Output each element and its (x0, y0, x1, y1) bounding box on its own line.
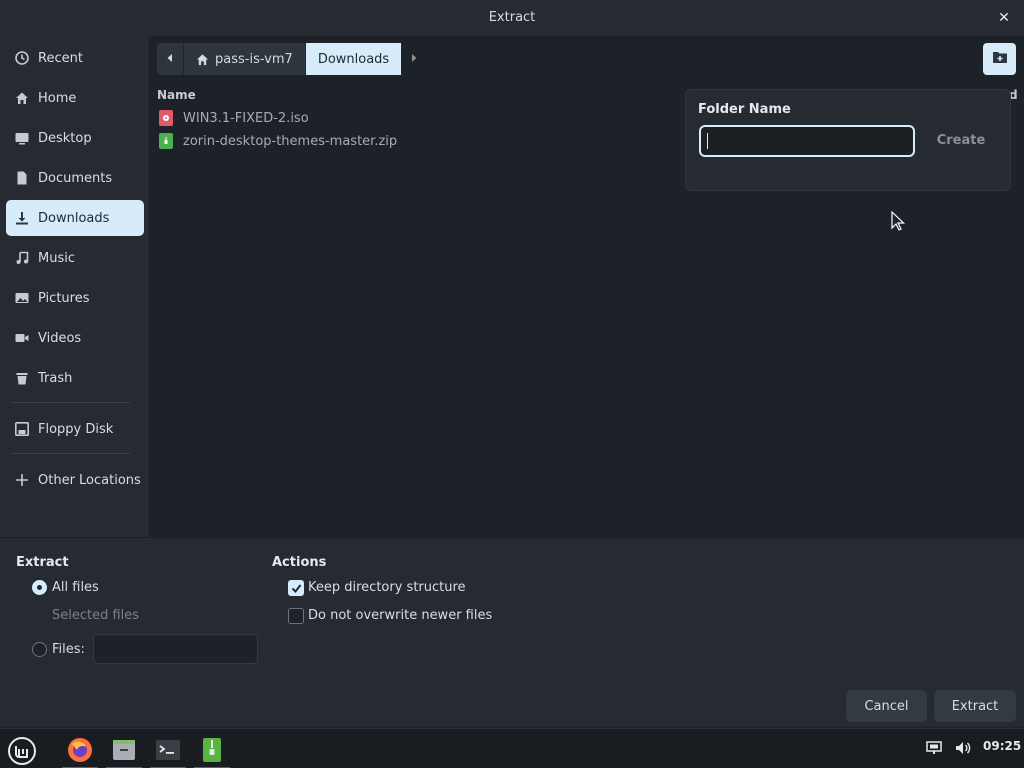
create-folder-button[interactable]: Create (926, 125, 996, 157)
sidebar-item-documents[interactable]: Documents (6, 160, 144, 196)
clock-icon (15, 51, 29, 65)
files-pattern-input[interactable] (93, 634, 258, 664)
files-radio[interactable] (32, 642, 47, 657)
sidebar-item-recent[interactable]: Recent (6, 40, 144, 76)
sidebar-item-label: Pictures (38, 290, 90, 306)
keep-structure-label[interactable]: Keep directory structure (308, 580, 466, 595)
text-caret (707, 133, 708, 149)
sidebar-item-label: Recent (38, 50, 83, 66)
sidebar-item-downloads[interactable]: Downloads (6, 200, 144, 236)
extract-button[interactable]: Extract (934, 690, 1016, 722)
path-segment-home[interactable]: pass-is-vm7 (184, 43, 306, 75)
path-segment-downloads[interactable]: Downloads (305, 43, 403, 75)
close-icon[interactable]: ✕ (994, 8, 1014, 28)
all-files-radio[interactable] (32, 580, 47, 595)
home-icon (196, 53, 209, 66)
new-folder-popover: Folder Name Create (685, 89, 1011, 191)
download-icon (15, 211, 29, 225)
sidebar-item-pictures[interactable]: Pictures (6, 280, 144, 316)
file-row[interactable]: WIN3.1-FIXED-2.iso (159, 107, 309, 129)
selected-files-label: Selected files (52, 608, 140, 623)
file-row[interactable]: zorin-desktop-themes-master.zip (159, 130, 397, 152)
archive-icon (159, 133, 173, 149)
path-segment-label: Downloads (317, 51, 390, 67)
sidebar-item-desktop[interactable]: Desktop (6, 120, 144, 156)
sidebar-item-label: Documents (38, 170, 113, 186)
sidebar-item-floppy-disk[interactable]: Floppy Disk (6, 411, 144, 447)
title-bar: Extract ✕ (0, 0, 1024, 36)
cancel-button[interactable]: Cancel (846, 690, 927, 722)
chevron-left-icon (165, 52, 175, 67)
music-icon (15, 251, 29, 265)
archive-manager-icon[interactable] (194, 733, 230, 768)
sidebar-item-label: Desktop (38, 130, 92, 146)
sidebar-item-music[interactable]: Music (6, 240, 144, 276)
path-forward-button[interactable] (402, 43, 426, 75)
files-icon[interactable] (106, 733, 142, 768)
sidebar-item-label: Other Locations (38, 472, 141, 488)
extract-section-title: Extract (16, 555, 69, 570)
chevron-right-icon (409, 52, 419, 67)
places-sidebar: Recent Home Desktop Documents Downloads … (0, 36, 150, 537)
path-segment-label: pass-is-vm7 (215, 51, 293, 67)
sidebar-item-home[interactable]: Home (6, 80, 144, 116)
plus-icon (15, 473, 29, 487)
disc-image-icon (159, 110, 173, 126)
extract-options-panel: Extract All files Selected files Files: … (0, 537, 1024, 727)
sidebar-item-videos[interactable]: Videos (6, 320, 144, 356)
actions-section-title: Actions (272, 555, 327, 570)
folder-name-input[interactable] (699, 125, 915, 157)
path-back-button[interactable] (157, 43, 184, 75)
sidebar-item-label: Downloads (38, 210, 110, 226)
clock[interactable]: 09:25 (983, 739, 1021, 753)
no-overwrite-checkbox[interactable] (288, 608, 304, 624)
window-title: Extract (488, 10, 536, 25)
home-icon (15, 91, 29, 105)
floppy-icon (15, 422, 29, 436)
folder-name-label: Folder Name (698, 102, 791, 117)
path-bar: pass-is-vm7 Downloads (157, 43, 426, 75)
column-header-name[interactable]: Name (157, 88, 196, 102)
sidebar-item-label: Videos (38, 330, 82, 346)
sidebar-item-label: Trash (38, 370, 73, 386)
desktop-icon (15, 131, 29, 145)
taskbar: 09:25 (0, 728, 1024, 768)
firefox-icon[interactable] (62, 733, 98, 768)
volume-icon[interactable] (955, 741, 971, 759)
new-folder-button[interactable] (983, 43, 1016, 75)
file-name: zorin-desktop-themes-master.zip (183, 133, 398, 149)
sidebar-item-label: Music (38, 250, 75, 266)
sidebar-item-other-locations[interactable]: Other Locations (6, 462, 144, 498)
mint-menu-icon[interactable] (4, 733, 40, 768)
files-label[interactable]: Files: (52, 642, 85, 657)
mouse-cursor-icon (891, 210, 905, 235)
folder-new-icon (992, 50, 1008, 68)
sidebar-item-label: Home (38, 90, 77, 106)
terminal-icon[interactable] (150, 733, 186, 768)
trash-icon (15, 371, 29, 385)
sidebar-separator (10, 402, 130, 403)
checkmark-icon (291, 583, 302, 598)
sidebar-item-label: Floppy Disk (38, 421, 114, 437)
sidebar-separator (10, 453, 130, 454)
pictures-icon (15, 291, 29, 305)
video-icon (15, 331, 29, 345)
document-icon (15, 171, 29, 185)
network-icon[interactable] (926, 741, 942, 759)
all-files-label[interactable]: All files (52, 580, 99, 595)
file-name: WIN3.1-FIXED-2.iso (183, 110, 309, 126)
sidebar-item-trash[interactable]: Trash (6, 360, 144, 396)
keep-structure-checkbox[interactable] (288, 580, 304, 596)
no-overwrite-label[interactable]: Do not overwrite newer files (308, 608, 492, 623)
